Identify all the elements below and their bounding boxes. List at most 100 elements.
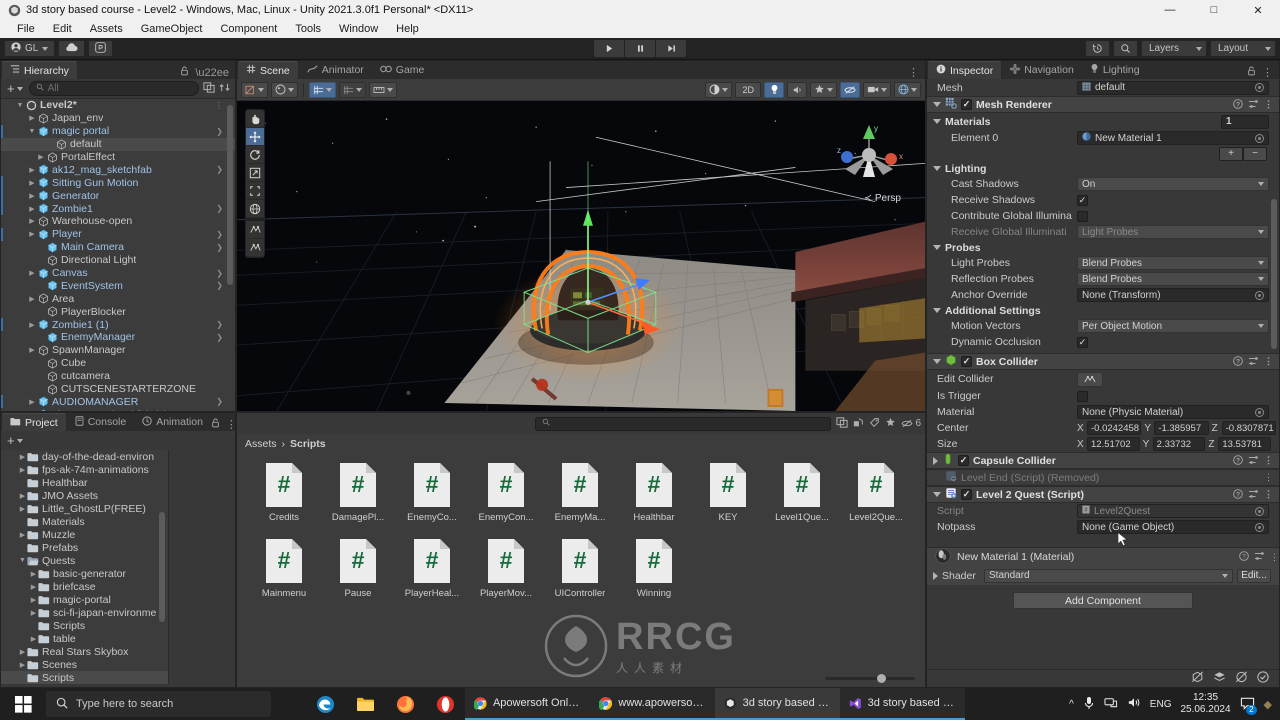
twisty-closed-icon[interactable]: ▶	[27, 217, 37, 225]
rotate-tool[interactable]	[246, 146, 264, 164]
asset-item[interactable]: # Credits	[247, 461, 321, 537]
asset-item[interactable]: # EnemyCon...	[469, 461, 543, 537]
search-by-label-icon[interactable]	[869, 417, 880, 431]
hierarchy-item-eventsystem[interactable]: EventSystem ❯	[1, 279, 235, 292]
hierarchy-item-main-camera[interactable]: Main Camera ❯	[1, 241, 235, 254]
project-hidden-count[interactable]: 6	[901, 418, 921, 429]
twisty-open-icon[interactable]: ▼	[15, 102, 25, 109]
help-icon[interactable]: ?	[1233, 355, 1243, 368]
hierarchy-item-magic-portal[interactable]: ▼ magic portal ❯	[1, 124, 235, 138]
project-folder-prefabs[interactable]: Prefabs	[1, 541, 168, 554]
asset-item[interactable]: # Level2Que...	[839, 461, 913, 537]
hierarchy-item-canvas[interactable]: ▶ Canvas ❯	[1, 267, 235, 280]
hierarchy-item-zombie1-1[interactable]: ▶ Zombie1 (1) ❯	[1, 318, 235, 332]
twisty-closed-icon[interactable]: ▶	[18, 531, 27, 539]
undo-history-button[interactable]	[1085, 40, 1110, 57]
project-tree-scroll-thumb[interactable]	[159, 512, 165, 622]
probes-section-header[interactable]: Probes	[927, 240, 1279, 255]
asset-bundle-icon[interactable]	[1191, 671, 1204, 686]
project-folder-sci-fi-japan-environme[interactable]: ▶ sci-fi-japan-environme	[1, 606, 168, 619]
additional-section-header[interactable]: Additional Settings	[927, 303, 1279, 318]
hierarchy-item-playerblocker[interactable]: PlayerBlocker	[1, 305, 235, 318]
hierarchy-root-menu-icon[interactable]: ⋮	[215, 101, 223, 110]
language-indicator[interactable]: ENG	[1150, 699, 1172, 710]
help-icon[interactable]: ?	[1239, 551, 1249, 563]
cloud-button[interactable]	[58, 40, 86, 57]
scene-shading-toggle[interactable]	[705, 81, 733, 98]
twisty-closed-icon[interactable]	[933, 571, 938, 580]
asset-item[interactable]: # Winning	[617, 537, 691, 613]
project-folder-tree[interactable]: ▶ day-of-the-dead-environ ▶ fps-ak-74m-anim…	[1, 450, 169, 684]
prefab-open-chevron-icon[interactable]: ❯	[216, 333, 223, 342]
minimize-button[interactable]: —	[1148, 0, 1192, 20]
tab-navigation[interactable]: Navigation	[1002, 61, 1082, 79]
capsule-collider-enabled-checkbox[interactable]: ✓	[958, 455, 969, 466]
twisty-closed-icon[interactable]: ▶	[18, 505, 27, 513]
twisty-closed-icon[interactable]: ▶	[18, 492, 27, 500]
inspector-scroll-thumb[interactable]	[1271, 199, 1277, 349]
prefab-open-chevron-icon[interactable]: ❯	[216, 281, 223, 290]
draw-mode-button[interactable]	[271, 81, 298, 98]
component-header-mesh-renderer[interactable]: ✓ Mesh Renderer ? ⋮	[927, 96, 1279, 113]
asset-item[interactable]: # EnemyMa...	[543, 461, 617, 537]
hierarchy-root-row[interactable]: ▼ Level2* ⋮	[1, 99, 235, 112]
menu-item-window[interactable]: Window	[330, 20, 387, 38]
mesh-renderer-enabled-checkbox[interactable]: ✓	[961, 99, 972, 110]
asset-item[interactable]: # Healthbar	[617, 461, 691, 537]
lighting-section-header[interactable]: Lighting	[927, 161, 1279, 176]
object-picker-icon[interactable]	[1255, 407, 1264, 417]
project-folder-scripts[interactable]: Scripts	[1, 619, 168, 632]
preset-icon[interactable]	[1248, 455, 1259, 467]
asset-item[interactable]: # Pause	[321, 537, 395, 613]
tab-game[interactable]: Game	[372, 61, 433, 79]
center-x-input[interactable]: -0.0242458	[1087, 421, 1142, 435]
play-button[interactable]	[594, 40, 624, 57]
materials-count-field[interactable]: 1	[1221, 114, 1269, 129]
asset-item[interactable]: # EnemyCo...	[395, 461, 469, 537]
shader-edit-button[interactable]: Edit...	[1237, 568, 1271, 583]
hierarchy-item-portaleffect[interactable]: ▶ PortalEffect	[1, 151, 235, 164]
object-picker-icon[interactable]	[1255, 133, 1264, 143]
help-icon[interactable]: ?	[1233, 488, 1243, 501]
twisty-closed-icon[interactable]: ▶	[27, 179, 37, 187]
hierarchy-item-zombie1[interactable]: ▶ Zombie1 ❯	[1, 202, 235, 216]
scene-menu-icon[interactable]: ⋮	[908, 66, 919, 79]
rect-tool[interactable]	[246, 182, 264, 200]
project-add-button[interactable]: +	[5, 433, 25, 448]
preset-icon[interactable]	[1248, 99, 1259, 111]
inspector-lock-icon[interactable]	[1247, 66, 1256, 79]
hierarchy-item-ak12-mag-sketchfab-1[interactable]: ▶ak12_mag_sketchfab (1)❯	[1, 408, 235, 411]
asset-item[interactable]: # DamagePl...	[321, 461, 395, 537]
maximize-button[interactable]: □	[1192, 0, 1236, 20]
project-search-input[interactable]	[535, 416, 832, 431]
taskbar-search-input[interactable]: Type here to search	[46, 691, 271, 717]
project-folder-scripts[interactable]: Scripts	[1, 671, 168, 684]
lighting-bake-icon[interactable]	[1235, 671, 1248, 686]
tab-inspector[interactable]: Inspector	[927, 61, 1003, 79]
object-picker-icon[interactable]	[1255, 522, 1264, 532]
account-dropdown[interactable]: GL	[4, 40, 56, 57]
notification-center-icon[interactable]: 2	[1240, 696, 1257, 715]
notpass-field[interactable]: None (Game Object)	[1077, 520, 1269, 534]
twisty-closed-icon[interactable]	[933, 456, 938, 465]
menu-item-tools[interactable]: Tools	[286, 20, 330, 38]
hierarchy-item-cutscenestarterzone[interactable]: CUTSCENESTARTERZONE	[1, 383, 235, 396]
component-header-box-collider[interactable]: ✓ Box Collider ? ⋮	[927, 353, 1279, 370]
tab-animation[interactable]: Animation	[134, 413, 211, 431]
twisty-open-icon[interactable]	[933, 166, 941, 171]
project-folder-scenes[interactable]: ▶ Scenes	[1, 658, 168, 671]
layout-dropdown[interactable]: Layout	[1210, 40, 1276, 57]
project-folder-briefcase[interactable]: ▶ briefcase	[1, 580, 168, 593]
menu-item-assets[interactable]: Assets	[81, 20, 132, 38]
scene-audio-toggle[interactable]	[787, 81, 807, 98]
lighting-checkbox-receive-shadows[interactable]: ✓	[1077, 194, 1088, 206]
asset-item[interactable]: # Level1Que...	[765, 461, 839, 537]
scale-tool[interactable]	[246, 164, 264, 182]
twisty-closed-icon[interactable]: ▶	[18, 453, 27, 461]
hierarchy-item-enemymanager[interactable]: EnemyManager ❯	[1, 331, 235, 344]
size-z-input[interactable]: 13.53781	[1218, 437, 1272, 451]
prefab-open-chevron-icon[interactable]: ❯	[216, 243, 223, 252]
preset-icon[interactable]	[1254, 551, 1265, 563]
hierarchy-item-area[interactable]: ▶ Area	[1, 292, 235, 305]
menu-item-component[interactable]: Component	[211, 20, 286, 38]
